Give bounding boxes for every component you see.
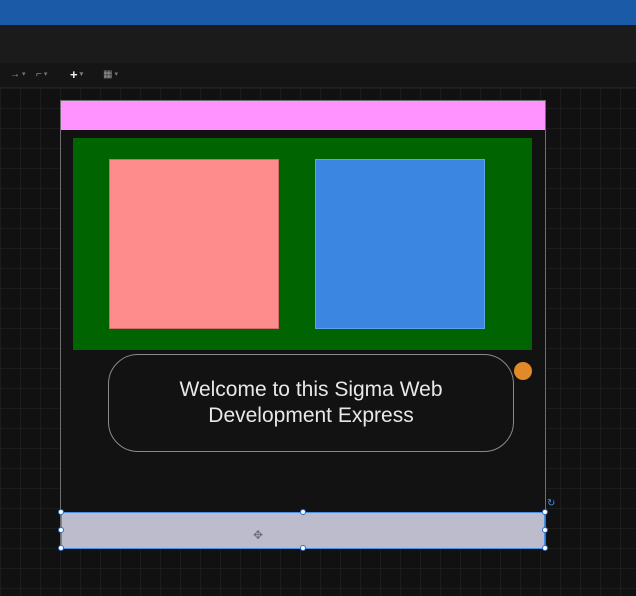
table-tool[interactable]: ▦ ▾ (103, 67, 118, 83)
blue-square-shape[interactable] (315, 159, 485, 329)
move-icon[interactable]: ✥ (252, 529, 264, 541)
resize-handle-top-center[interactable] (300, 509, 306, 515)
resize-handle-bottom-center[interactable] (300, 545, 306, 551)
resize-handle-bottom-right[interactable] (542, 545, 548, 551)
welcome-text: Welcome to this Sigma Web Development Ex… (179, 378, 443, 427)
menu-bar (0, 25, 636, 64)
title-bar (0, 0, 636, 25)
resize-handle-middle-right[interactable] (542, 527, 548, 533)
header-bar-shape[interactable] (61, 101, 545, 130)
orange-connection-handle[interactable] (514, 362, 532, 380)
chevron-down-icon: ▾ (114, 71, 118, 78)
welcome-text-box[interactable]: Welcome to this Sigma Web Development Ex… (108, 354, 514, 452)
add-tool[interactable]: + ▾ (70, 67, 83, 83)
resize-handle-top-right[interactable] (542, 509, 548, 515)
elbow-connector-tool[interactable]: ⌐ ▾ (36, 67, 47, 83)
chevron-down-icon: ▾ (79, 71, 84, 78)
chevron-down-icon: ▾ (43, 71, 48, 78)
pink-square-shape[interactable] (109, 159, 279, 329)
resize-handle-middle-left[interactable] (58, 527, 64, 533)
chevron-down-icon: ▾ (22, 71, 26, 78)
table-icon: ▦ (103, 69, 113, 80)
resize-handle-bottom-left[interactable] (58, 545, 64, 551)
plus-icon: + (70, 67, 78, 82)
arrow-right-icon: → (10, 69, 20, 80)
toolbar: → ▾ ⌐ ▾ + ▾ ▦ ▾ (0, 63, 636, 88)
resize-handle-top-left[interactable] (58, 509, 64, 515)
connector-arrow-tool[interactable]: → ▾ (10, 67, 26, 83)
elbow-connector-icon: ⌐ (36, 69, 42, 80)
rotate-icon[interactable]: ↻ (547, 499, 557, 509)
footer-bar-shape[interactable] (61, 513, 545, 548)
